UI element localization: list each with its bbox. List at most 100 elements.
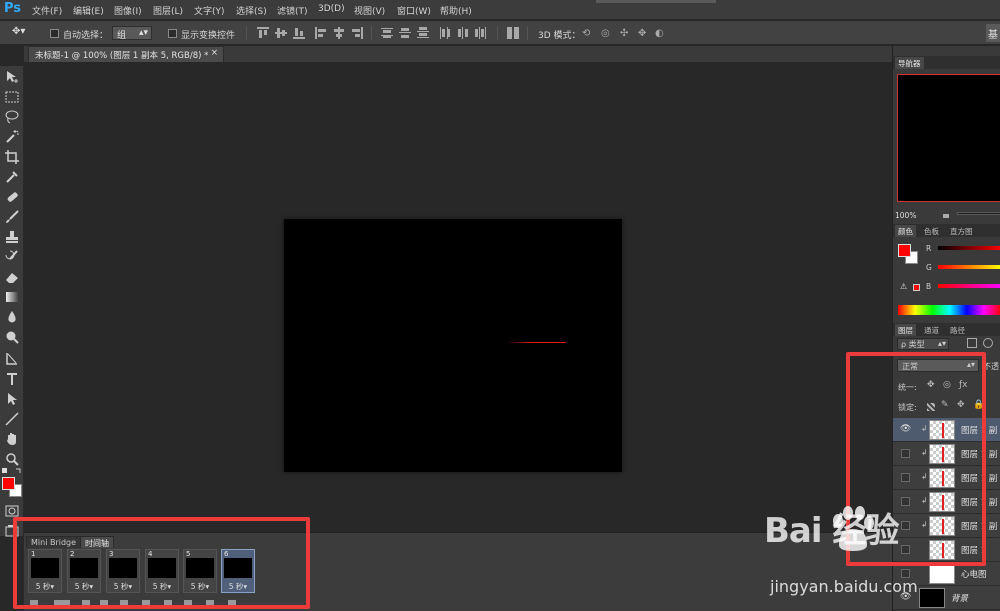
marquee-tool-icon[interactable] [4,89,20,105]
menu-3d[interactable]: 3D(D) [318,4,345,14]
tab-swatches[interactable]: 色板 [921,225,942,237]
tab-histogram[interactable]: 直方图 [947,225,976,237]
zoom-out-icon[interactable] [943,214,949,218]
separator [371,26,372,40]
move-tool-preset-icon[interactable]: ✥▾ [12,26,25,37]
distribute-left-icon[interactable] [439,27,451,39]
crop-tool-icon[interactable] [4,149,20,165]
ecg-red-line [506,342,566,343]
lasso-tool-icon[interactable] [4,109,20,125]
distribute-bottom-icon[interactable] [417,27,429,39]
navigator-preview[interactable] [897,74,1000,202]
tab-channels[interactable]: 通道 [921,324,942,336]
menu-view[interactable]: 视图(V) [354,4,385,17]
swap-colors-icon[interactable] [1,467,23,477]
align-vcenter-icon[interactable] [275,27,287,39]
auto-select-dropdown[interactable]: 组 ▴▾ [112,26,152,41]
brush-tool-icon[interactable] [4,209,20,225]
annotation-box-timeline [13,517,310,609]
hand-tool-icon[interactable] [4,431,20,447]
options-bar: ✥▾ 自动选择： 组 ▴▾ 显示变换控件 3D 模式： ⟲ ◎ ✣ ✥ ◐ 基 [0,21,1000,45]
channel-r-slider[interactable] [938,246,1000,250]
color-fg-swatch[interactable] [898,244,911,257]
distribute-hcenter-icon[interactable] [457,27,469,39]
menu-select[interactable]: 选择(S) [236,4,267,17]
blur-tool-icon[interactable] [4,309,20,325]
show-transform-checkbox[interactable] [168,29,177,38]
clone-stamp-tool-icon[interactable] [4,229,20,245]
pen-tool-icon[interactable] [4,351,20,367]
ps-logo: Ps [4,1,22,16]
document-tab[interactable]: 未标题-1 @ 100% (图层 1 副本 5, RGB/8) * × [28,46,224,62]
healing-brush-tool-icon[interactable] [4,189,20,205]
color-ramp[interactable] [898,305,1000,315]
menu-bar: Ps 文件(F) 编辑(E) 图像(I) 图层(L) 文字(Y) 选择(S) 滤… [0,0,1000,20]
menu-edit[interactable]: 编辑(E) [73,4,104,17]
menu-layer[interactable]: 图层(L) [153,4,183,17]
history-brush-tool-icon[interactable] [4,249,20,265]
align-left-icon[interactable] [315,27,327,39]
zoom-tool-icon[interactable] [4,451,20,467]
auto-align-icon[interactable] [507,27,519,39]
channel-r-label: R [926,244,932,253]
align-top-icon[interactable] [257,27,269,39]
gradient-tool-icon[interactable] [4,289,20,305]
separator [527,26,528,40]
workspace-label: 基 [988,30,998,41]
path-selection-tool-icon[interactable] [4,391,20,407]
channel-b-slider[interactable] [938,284,1000,288]
menu-type[interactable]: 文字(Y) [194,4,225,17]
menu-image[interactable]: 图像(I) [114,4,142,17]
document-canvas[interactable] [284,219,622,472]
watermark-logo: Bai 经验 [764,511,899,551]
3d-pan-icon[interactable]: ✣ [620,28,628,39]
align-right-icon[interactable] [351,27,363,39]
move-tool-icon[interactable] [4,69,20,85]
foreground-color-swatch[interactable] [2,477,15,490]
distribute-vcenter-icon[interactable] [399,27,411,39]
line-tool-icon[interactable] [4,411,20,427]
layer-thumbnail [929,564,955,584]
menu-help[interactable]: 帮助(H) [440,4,472,17]
menu-file[interactable]: 文件(F) [32,4,62,17]
3d-scale-icon[interactable]: ◐ [655,28,664,39]
align-bottom-icon[interactable] [293,27,305,39]
eraser-tool-icon[interactable] [4,269,20,285]
layer-filter-label: ρ 类型 [901,340,925,349]
window-grip [596,0,716,3]
tab-paths[interactable]: 路径 [947,324,968,336]
zoom-slider[interactable] [957,212,1000,215]
gamut-warning-icon[interactable]: ⚠ [900,282,907,291]
filter-adjust-icon[interactable] [983,338,993,348]
tab-color[interactable]: 颜色 [895,225,916,237]
3d-roll-icon[interactable]: ◎ [601,28,610,39]
3d-slide-icon[interactable]: ✥ [638,28,646,39]
type-tool-icon[interactable] [4,371,20,387]
align-hcenter-icon[interactable] [333,27,345,39]
distribute-right-icon[interactable] [475,27,487,39]
eyedropper-tool-icon[interactable] [4,169,20,185]
3d-mode-label: 3D 模式： [538,31,581,41]
layer-name[interactable]: 背景 [951,592,968,604]
menu-window[interactable]: 窗口(W) [397,4,431,17]
chevron-down-icon: ▴▾ [138,28,148,38]
layer-name[interactable]: 心电图 [961,568,987,580]
3d-rotate-icon[interactable]: ⟲ [582,28,590,39]
channel-b-label: B [926,282,932,291]
magic-wand-tool-icon[interactable] [4,129,20,145]
close-icon[interactable]: × [211,48,218,58]
distribute-top-icon[interactable] [381,27,393,39]
dodge-tool-icon[interactable] [4,329,20,345]
tab-layers[interactable]: 图层 [895,324,916,336]
auto-select-checkbox[interactable] [50,29,59,38]
navigator-zoom[interactable]: 100% [895,211,916,220]
workspace-switcher[interactable]: 基 [986,24,1000,42]
layers-tabbar: 图层 通道 路径 [893,323,1000,336]
menu-filter[interactable]: 滤镜(T) [277,4,308,17]
tab-navigator[interactable]: 导航器 [895,57,924,69]
channel-g-slider[interactable] [938,265,1000,269]
separator [497,26,498,40]
gamut-swatch[interactable] [913,284,920,291]
filter-image-icon[interactable] [967,338,977,348]
layer-filter-dropdown[interactable]: ρ 类型 ▴▾ [897,338,949,350]
